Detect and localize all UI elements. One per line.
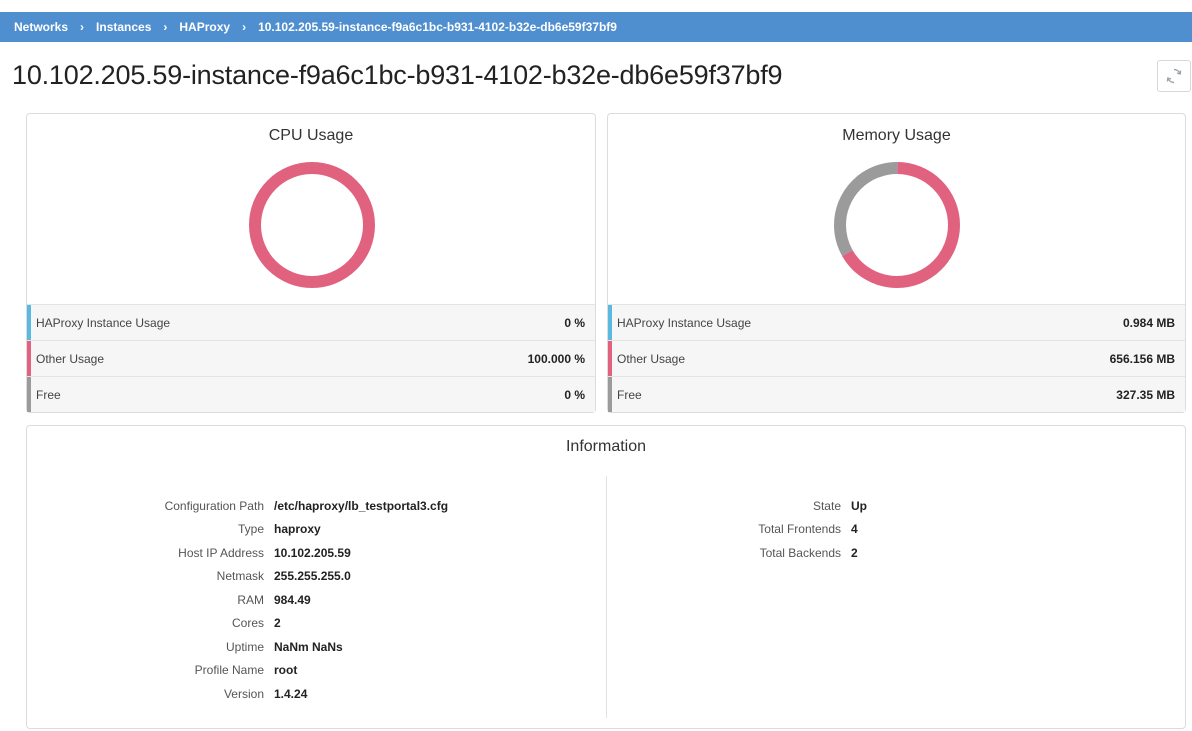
- legend-swatch: [27, 305, 31, 340]
- information-right-list: State Up Total Frontends 4 Total Backend…: [627, 494, 867, 565]
- legend-label: HAProxy Instance Usage: [617, 315, 752, 330]
- info-key: Host IP Address: [178, 545, 264, 560]
- memory-usage-donut-chart: [834, 162, 960, 288]
- legend-label: Free: [36, 387, 61, 402]
- legend-label: Other Usage: [617, 351, 686, 366]
- breadcrumb: Networks › Instances › HAProxy › 10.102.…: [0, 12, 1192, 42]
- cpu-usage-legend: HAProxy Instance Usage 0 % Other Usage 1…: [27, 304, 595, 412]
- legend-swatch: [608, 377, 612, 412]
- memory-usage-title: Memory Usage: [842, 127, 951, 144]
- info-key: Profile Name: [194, 663, 264, 678]
- legend-label: Free: [617, 387, 642, 402]
- memory-legend-haproxy: HAProxy Instance Usage 0.984 MB: [608, 304, 1185, 340]
- info-key: Netmask: [216, 569, 264, 584]
- legend-swatch: [27, 341, 31, 376]
- legend-value: 327.35 MB: [1116, 387, 1175, 402]
- chevron-right-icon: ›: [163, 20, 168, 34]
- cpu-usage-title: CPU Usage: [268, 127, 354, 144]
- info-value: NaNm NaNs: [274, 639, 343, 654]
- info-value: 984.49: [274, 592, 311, 607]
- info-row-netmask: Netmask 255.255.255.0: [27, 565, 448, 589]
- info-key: State: [812, 498, 841, 513]
- info-value: 10.102.205.59: [274, 545, 351, 560]
- info-key: Total Backends: [759, 545, 841, 560]
- info-row-uptime: Uptime NaNm NaNs: [27, 635, 448, 659]
- info-value: 4: [851, 522, 858, 537]
- info-row-type: Type haproxy: [27, 518, 448, 542]
- info-value: /etc/haproxy/lb_testportal3.cfg: [274, 498, 449, 513]
- info-key: Configuration Path: [164, 498, 264, 513]
- info-row-profile-name: Profile Name root: [27, 659, 448, 683]
- legend-value: 0 %: [564, 315, 585, 330]
- info-row-state: State Up: [627, 494, 867, 518]
- breadcrumb-instances[interactable]: Instances: [96, 20, 151, 34]
- cpu-slice-other: [249, 162, 375, 288]
- cpu-legend-haproxy: HAProxy Instance Usage 0 %: [27, 304, 595, 340]
- legend-value: 0.984 MB: [1122, 315, 1175, 330]
- info-row-total-frontends: Total Frontends 4: [627, 518, 867, 542]
- info-value: 2: [851, 545, 858, 560]
- info-key: Version: [223, 686, 264, 701]
- info-key: Uptime: [225, 639, 264, 654]
- info-row-version: Version 1.4.24: [27, 682, 448, 706]
- memory-legend-other: Other Usage 656.156 MB: [608, 340, 1185, 376]
- info-key: Type: [237, 522, 264, 537]
- information-left-list: Configuration Path /etc/haproxy/lb_testp…: [27, 494, 448, 706]
- legend-label: HAProxy Instance Usage: [36, 315, 171, 330]
- info-value: 255.255.255.0: [274, 569, 351, 584]
- legend-value: 656.156 MB: [1109, 351, 1175, 366]
- info-row-total-backends: Total Backends 2: [627, 541, 867, 565]
- legend-swatch: [27, 377, 31, 412]
- chevron-right-icon: ›: [80, 20, 85, 34]
- info-key: RAM: [237, 592, 264, 607]
- refresh-button[interactable]: [1157, 60, 1191, 92]
- legend-value: 100.000 %: [527, 351, 585, 366]
- cpu-usage-donut-chart: [249, 162, 375, 288]
- info-row-configuration-path: Configuration Path /etc/haproxy/lb_testp…: [27, 494, 448, 518]
- breadcrumb-haproxy[interactable]: HAProxy: [179, 20, 230, 34]
- memory-usage-panel: Memory Usage HAProxy Instance Usage 0.98…: [607, 113, 1186, 413]
- info-value: haproxy: [274, 522, 321, 537]
- information-panel: Information Configuration Path /etc/hapr…: [26, 425, 1186, 729]
- info-key: Cores: [231, 616, 264, 631]
- legend-swatch: [608, 341, 612, 376]
- page-title: 10.102.205.59-instance-f9a6c1bc-b931-410…: [12, 60, 783, 90]
- info-value: 1.4.24: [274, 686, 308, 701]
- breadcrumb-current-instance: 10.102.205.59-instance-f9a6c1bc-b931-410…: [258, 20, 617, 34]
- info-row-ram: RAM 984.49: [27, 588, 448, 612]
- memory-legend-free: Free 327.35 MB: [608, 376, 1185, 412]
- legend-label: Other Usage: [36, 351, 105, 366]
- cpu-legend-free: Free 0 %: [27, 376, 595, 412]
- info-value: Up: [851, 498, 867, 513]
- chevron-right-icon: ›: [242, 20, 247, 34]
- cpu-usage-panel: CPU Usage HAProxy Instance Usage 0 % Oth…: [26, 113, 596, 413]
- memory-usage-legend: HAProxy Instance Usage 0.984 MB Other Us…: [608, 304, 1185, 412]
- cpu-legend-other: Other Usage 100.000 %: [27, 340, 595, 376]
- information-divider: [606, 476, 607, 718]
- legend-value: 0 %: [564, 387, 585, 402]
- info-row-cores: Cores 2: [27, 612, 448, 636]
- information-title: Information: [565, 438, 647, 455]
- refresh-icon: [1166, 68, 1182, 84]
- info-value: root: [274, 663, 298, 678]
- legend-swatch: [608, 305, 612, 340]
- info-value: 2: [274, 616, 281, 631]
- info-row-host-ip-address: Host IP Address 10.102.205.59: [27, 541, 448, 565]
- info-key: Total Frontends: [758, 522, 841, 537]
- breadcrumb-networks[interactable]: Networks: [14, 20, 68, 34]
